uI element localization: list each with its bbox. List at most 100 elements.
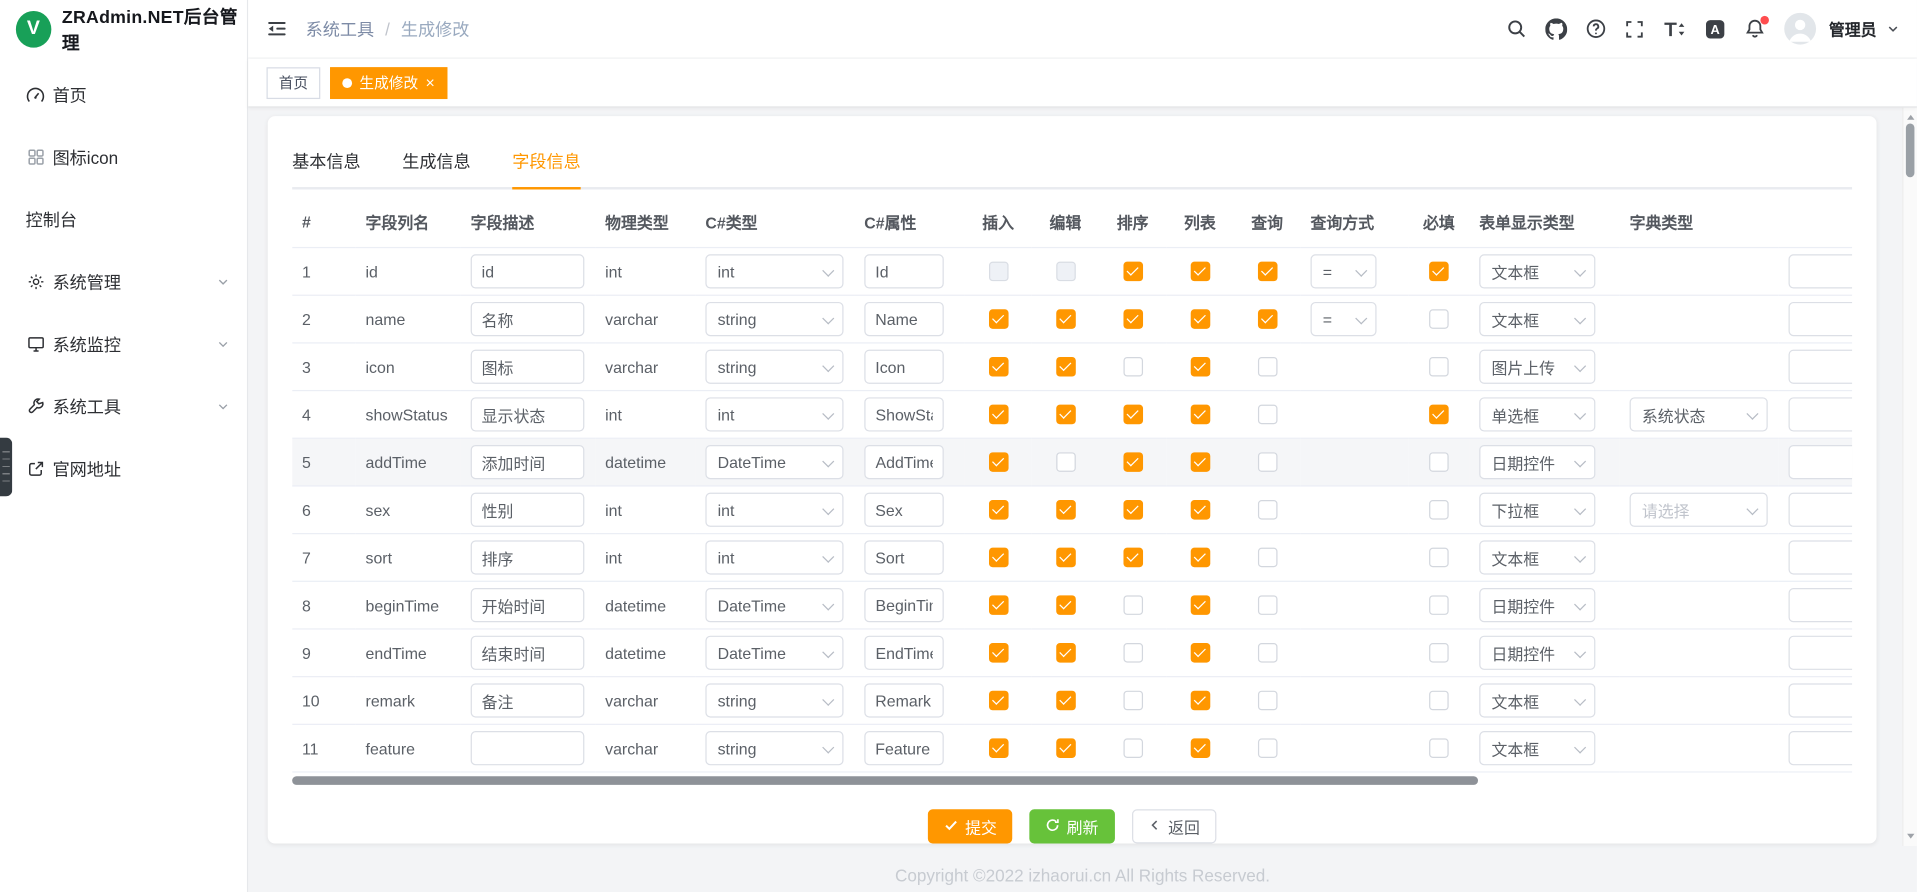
list-checkbox[interactable]: [1190, 357, 1210, 377]
display-type-select[interactable]: 日期控件: [1479, 636, 1595, 670]
query-mode-select[interactable]: =: [1311, 302, 1377, 336]
extra-input[interactable]: [1789, 350, 1853, 384]
query-checkbox[interactable]: [1257, 262, 1277, 282]
query-checkbox[interactable]: [1257, 596, 1277, 616]
sidebar-item-system-tools[interactable]: 系统工具: [0, 375, 247, 437]
list-checkbox[interactable]: [1190, 453, 1210, 473]
display-type-select[interactable]: 日期控件: [1479, 445, 1595, 479]
tag-close-icon[interactable]: ×: [425, 75, 434, 91]
sort-checkbox[interactable]: [1123, 405, 1143, 425]
extra-input[interactable]: [1789, 588, 1853, 622]
required-checkbox[interactable]: [1429, 453, 1449, 473]
required-checkbox[interactable]: [1429, 739, 1449, 759]
app-logo-row[interactable]: V ZRAdmin.NET后台管理: [0, 0, 247, 59]
insert-checkbox[interactable]: [988, 262, 1008, 282]
sidebar-item-icons[interactable]: 图标icon: [0, 126, 247, 188]
cs-type-select[interactable]: int: [705, 493, 843, 527]
required-checkbox[interactable]: [1429, 500, 1449, 520]
sort-checkbox[interactable]: [1123, 357, 1143, 377]
cs-type-select[interactable]: string: [705, 731, 843, 765]
edit-checkbox[interactable]: [1056, 596, 1076, 616]
edit-checkbox[interactable]: [1056, 739, 1076, 759]
extra-input[interactable]: [1789, 683, 1853, 717]
insert-checkbox[interactable]: [988, 453, 1008, 473]
search-icon[interactable]: [1506, 18, 1527, 39]
breadcrumb-item[interactable]: 系统工具: [306, 17, 374, 41]
edit-checkbox[interactable]: [1056, 262, 1076, 282]
required-checkbox[interactable]: [1429, 405, 1449, 425]
scroll-down-arrow-icon[interactable]: [1903, 831, 1916, 846]
cs-attr-input[interactable]: [864, 493, 943, 527]
list-checkbox[interactable]: [1190, 310, 1210, 330]
extra-input[interactable]: [1789, 731, 1853, 765]
query-mode-select[interactable]: =: [1311, 254, 1377, 288]
required-checkbox[interactable]: [1429, 548, 1449, 568]
required-checkbox[interactable]: [1429, 691, 1449, 711]
sort-checkbox[interactable]: [1123, 262, 1143, 282]
settings-drawer-handle[interactable]: [0, 438, 12, 497]
insert-checkbox[interactable]: [988, 691, 1008, 711]
extra-input[interactable]: [1789, 397, 1853, 431]
cs-type-select[interactable]: DateTime: [705, 588, 843, 622]
insert-checkbox[interactable]: [988, 500, 1008, 520]
sort-checkbox[interactable]: [1123, 548, 1143, 568]
required-checkbox[interactable]: [1429, 357, 1449, 377]
cs-type-select[interactable]: int: [705, 254, 843, 288]
extra-input[interactable]: [1789, 540, 1853, 574]
list-checkbox[interactable]: [1190, 596, 1210, 616]
required-checkbox[interactable]: [1429, 262, 1449, 282]
cs-type-select[interactable]: int: [705, 397, 843, 431]
list-checkbox[interactable]: [1190, 262, 1210, 282]
tab-basic-info[interactable]: 基本信息: [292, 149, 360, 187]
cs-type-select[interactable]: int: [705, 540, 843, 574]
field-desc-input[interactable]: [471, 588, 585, 622]
field-desc-input[interactable]: [471, 636, 585, 670]
display-type-select[interactable]: 文本框: [1479, 540, 1595, 574]
cs-type-select[interactable]: string: [705, 350, 843, 384]
query-checkbox[interactable]: [1257, 405, 1277, 425]
display-type-select[interactable]: 文本框: [1479, 302, 1595, 336]
notification-bell-icon[interactable]: [1744, 18, 1765, 39]
display-type-select[interactable]: 下拉框: [1479, 493, 1595, 527]
sidebar-item-system-management[interactable]: 系统管理: [0, 251, 247, 313]
display-type-select[interactable]: 文本框: [1479, 254, 1595, 288]
required-checkbox[interactable]: [1429, 310, 1449, 330]
field-desc-input[interactable]: [471, 731, 585, 765]
insert-checkbox[interactable]: [988, 643, 1008, 663]
sort-checkbox[interactable]: [1123, 310, 1143, 330]
cs-attr-input[interactable]: [864, 350, 943, 384]
username[interactable]: 管理员: [1829, 17, 1877, 40]
cs-attr-input[interactable]: [864, 540, 943, 574]
cs-attr-input[interactable]: [864, 254, 943, 288]
edit-checkbox[interactable]: [1056, 691, 1076, 711]
edit-checkbox[interactable]: [1056, 310, 1076, 330]
cs-attr-input[interactable]: [864, 397, 943, 431]
cs-type-select[interactable]: string: [705, 683, 843, 717]
edit-checkbox[interactable]: [1056, 548, 1076, 568]
help-icon[interactable]: [1586, 18, 1607, 39]
query-checkbox[interactable]: [1257, 500, 1277, 520]
display-type-select[interactable]: 图片上传: [1479, 350, 1595, 384]
dict-type-select[interactable]: 系统状态: [1630, 397, 1768, 431]
sort-checkbox[interactable]: [1123, 691, 1143, 711]
query-checkbox[interactable]: [1257, 548, 1277, 568]
insert-checkbox[interactable]: [988, 357, 1008, 377]
edit-checkbox[interactable]: [1056, 643, 1076, 663]
edit-checkbox[interactable]: [1056, 500, 1076, 520]
query-checkbox[interactable]: [1257, 357, 1277, 377]
display-type-select[interactable]: 文本框: [1479, 683, 1595, 717]
font-size-icon[interactable]: [1663, 19, 1686, 39]
list-checkbox[interactable]: [1190, 548, 1210, 568]
sort-checkbox[interactable]: [1123, 739, 1143, 759]
sidebar-item-console[interactable]: 控制台: [0, 188, 247, 250]
sidebar-fold-icon[interactable]: [265, 17, 288, 40]
sort-checkbox[interactable]: [1123, 596, 1143, 616]
insert-checkbox[interactable]: [988, 739, 1008, 759]
horizontal-scrollbar-thumb[interactable]: [292, 776, 1478, 785]
query-checkbox[interactable]: [1257, 739, 1277, 759]
refresh-button[interactable]: 刷新: [1030, 809, 1114, 843]
edit-checkbox[interactable]: [1056, 453, 1076, 473]
insert-checkbox[interactable]: [988, 596, 1008, 616]
cs-attr-input[interactable]: [864, 636, 943, 670]
github-icon[interactable]: [1545, 18, 1567, 40]
